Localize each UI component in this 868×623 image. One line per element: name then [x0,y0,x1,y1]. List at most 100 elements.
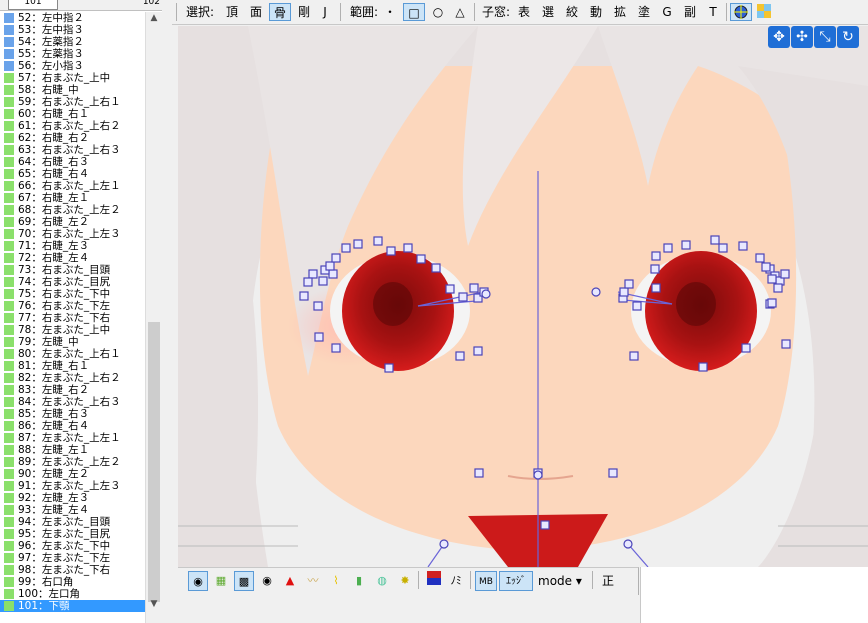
point-icon[interactable]: ◉ [257,571,277,591]
bone-marker[interactable] [681,240,691,250]
bone-marker[interactable] [458,292,468,302]
bone-list-item[interactable]: 77：右まぶた_下右 [0,312,146,324]
bone-list-item[interactable]: 60：右睫_右１ [0,108,146,120]
bone-joint-marker[interactable] [481,289,491,299]
bone-list-item[interactable]: 78：左まぶた_上中 [0,324,146,336]
mb-toggle[interactable]: MB [475,571,497,591]
select-vertex-button[interactable]: 頂 [222,3,242,21]
gear-icon[interactable]: ✸ [395,571,415,591]
crosshair-icon[interactable] [730,3,752,21]
bone-list-item[interactable]: 53：左中指３ [0,24,146,36]
bone-marker[interactable] [469,283,479,293]
bone-list-item[interactable]: 86：左睫_右４ [0,420,146,432]
bone-list-item[interactable]: 71：右睫_左３ [0,240,146,252]
bone-marker[interactable] [651,283,661,293]
bone-list-item[interactable]: 64：右睫_右３ [0,156,146,168]
bone-marker[interactable] [540,520,550,530]
bone-list-item[interactable]: 79：左睫_中 [0,336,146,348]
bone-list-item[interactable]: 56：左小指３ [0,60,146,72]
bone-marker[interactable] [403,243,413,253]
bone-list-item[interactable]: 88：左睫_左１ [0,444,146,456]
model-render[interactable] [178,26,868,567]
bone-marker[interactable] [353,239,363,249]
bone-list-item[interactable]: 65：右睫_右４ [0,168,146,180]
capsule2-icon[interactable]: ◍ [372,571,392,591]
bone-marker[interactable] [710,235,720,245]
bone-list-item[interactable]: 87：左まぶた_上左１ [0,432,146,444]
bone-list-item[interactable]: 75：右まぶた_下中 [0,288,146,300]
pan-view-icon[interactable]: ✣ [791,26,813,48]
bone-list-item[interactable]: 93：左睫_左４ [0,504,146,516]
bone-marker[interactable] [373,236,383,246]
bone-marker[interactable] [445,284,455,294]
bone-list-item[interactable]: 101：下顎 [0,600,146,612]
grid-icon[interactable] [754,3,774,21]
bone-list-item[interactable]: 85：左睫_右３ [0,408,146,420]
move-view-icon[interactable]: ✥ [768,26,790,48]
bone-marker[interactable] [629,351,639,361]
sub-t-button[interactable]: T [704,3,722,21]
bone-marker[interactable] [608,468,618,478]
sub-table-button[interactable]: 表 [514,3,534,21]
sub-select-button[interactable]: 選 [538,3,558,21]
bone-list-item[interactable]: 89：左まぶた_上左２ [0,456,146,468]
mode-select[interactable]: mode ▾ [538,571,590,591]
range-point-button[interactable]: ・ [380,3,400,21]
sub-move-button[interactable]: 動 [586,3,606,21]
bone-marker[interactable] [773,283,783,293]
grass-icon[interactable]: ▦ [211,571,231,591]
bone-marker[interactable] [663,243,673,253]
bone-marker[interactable] [314,332,324,342]
bone-marker[interactable] [718,243,728,253]
bone-list-item[interactable]: 57：右まぶた_上中 [0,72,146,84]
bone-list-item[interactable]: 67：右睫_左１ [0,192,146,204]
select-joint-button[interactable]: J [316,3,334,21]
scroll-thumb[interactable] [148,322,160,602]
sub-g-button[interactable]: G [658,3,676,21]
scroll-down-icon[interactable]: ▼ [148,598,160,610]
bone-list-item[interactable]: 81：左睫_右１ [0,360,146,372]
range-triangle-button[interactable]: △ [450,3,470,21]
bone-list-item[interactable]: 94：左まぶた_目頭 [0,516,146,528]
bone-marker[interactable] [431,263,441,273]
bone-marker[interactable] [741,343,751,353]
bone-list-item[interactable]: 58：右睫_中 [0,84,146,96]
bone-list-item[interactable]: 73：右まぶた_目頭 [0,264,146,276]
bone-marker[interactable] [767,298,777,308]
bone-marker[interactable] [313,301,323,311]
edge-toggle[interactable]: ｴｯｼﾞ [499,571,533,591]
bone-marker[interactable] [384,363,394,373]
bone-marker[interactable] [650,264,660,274]
bone-marker[interactable] [780,269,790,279]
bone-marker[interactable] [761,262,771,272]
bone-list-item[interactable]: 63：右まぶた_上右３ [0,144,146,156]
nomi-button[interactable]: ﾉﾐ [446,571,466,591]
wire-icon[interactable]: 〰 [303,571,323,591]
bone-marker[interactable] [318,276,328,286]
bone-marker[interactable] [416,254,426,264]
color-icon[interactable] [424,571,444,591]
target-icon[interactable]: ◉ [188,571,208,591]
bone-marker[interactable] [474,468,484,478]
bone-marker[interactable] [632,301,642,311]
select-rigid-button[interactable]: 剛 [294,3,314,21]
bone-list-item[interactable]: 82：左まぶた_上右２ [0,372,146,384]
bone-list-item[interactable]: 84：左まぶた_上右３ [0,396,146,408]
bone-marker[interactable] [331,253,341,263]
bone-marker[interactable] [331,343,341,353]
bone-list-item[interactable]: 70：右まぶた_上左３ [0,228,146,240]
3d-viewport[interactable]: ✥ ✣ ⤡ ↻ [178,26,868,567]
panel-divider[interactable] [162,0,172,623]
bone-list-item[interactable]: 99：右口角 [0,576,146,588]
sei-button[interactable]: 正 [598,571,618,591]
sub-filter-button[interactable]: 絞 [562,3,582,21]
capsule-icon[interactable]: ▮ [349,571,369,591]
bone-list-item[interactable]: 98：左まぶた_下右 [0,564,146,576]
bone-marker[interactable] [299,291,309,301]
bone-marker[interactable] [781,339,791,349]
bone-list-item[interactable]: 76：右まぶた_下左 [0,300,146,312]
bone-list-item[interactable]: 91：左まぶた_上左３ [0,480,146,492]
bone-marker[interactable] [386,246,396,256]
bone-list-item[interactable]: 100：左口角 [0,588,146,600]
bone-marker[interactable] [455,351,465,361]
